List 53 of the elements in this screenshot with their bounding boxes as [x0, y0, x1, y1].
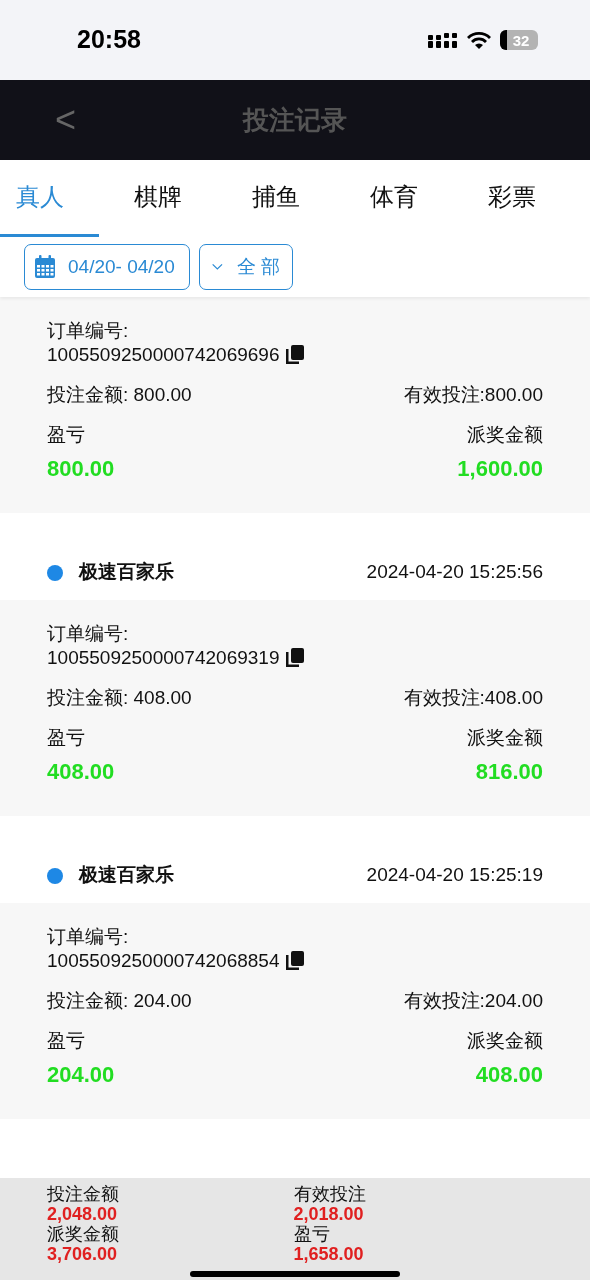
- summary-label: 投注金额: [47, 1184, 119, 1204]
- order-number: 1005509250000742068854: [47, 949, 280, 973]
- profit-value: 408.00: [47, 758, 115, 786]
- payout-label: 派奖金额: [467, 423, 543, 447]
- order-number: 1005509250000742069696: [47, 343, 280, 367]
- payout-label: 派奖金额: [467, 1029, 543, 1053]
- summary-value: 2,048.00: [47, 1204, 118, 1224]
- profit-label: 盈亏: [47, 423, 85, 447]
- profit-value: 800.00: [47, 455, 115, 483]
- summary-value: 3,706.00: [47, 1244, 118, 1264]
- summary-label: 派奖金额: [47, 1224, 119, 1244]
- summary-value: 2,018.00: [293, 1204, 364, 1224]
- bet-amount: 投注金额: 800.00: [47, 383, 192, 407]
- valid-bet: 有效投注:204.00: [403, 989, 543, 1013]
- type-dropdown[interactable]: 全 部: [199, 244, 293, 290]
- summary-label: 盈亏: [293, 1224, 330, 1244]
- category-tab[interactable]: 真人: [0, 160, 99, 237]
- game-name: 极速百家乐: [79, 560, 174, 585]
- category-tab[interactable]: 彩票: [453, 160, 571, 237]
- bet-time: 2024-04-20 15:25:19: [366, 863, 543, 888]
- payout-label: 派奖金额: [467, 726, 543, 750]
- copy-icon[interactable]: [285, 344, 306, 366]
- category-tab[interactable]: 棋牌: [99, 160, 217, 237]
- payout-value: 408.00: [475, 1061, 543, 1089]
- profit-label: 盈亏: [47, 1029, 85, 1053]
- valid-bet: 有效投注:800.00: [403, 383, 543, 407]
- order-label: 订单编号:: [47, 319, 130, 343]
- wifi-icon: [466, 31, 492, 49]
- order-label: 订单编号:: [47, 622, 130, 646]
- payout-value: 816.00: [475, 758, 543, 786]
- page-title: 投注记录: [243, 103, 347, 137]
- order-number: 1005509250000742069319: [47, 646, 280, 670]
- bet-amount: 投注金额: 204.00: [47, 989, 192, 1013]
- date-range-button[interactable]: 04/20- 04/20: [24, 244, 190, 290]
- summary-value: 1,658.00: [293, 1244, 364, 1264]
- profit-value: 204.00: [47, 1061, 115, 1089]
- profit-label: 盈亏: [47, 726, 85, 750]
- payout-value: 1,600.00: [457, 455, 543, 483]
- bet-time: 2024-04-20 15:25:56: [366, 560, 543, 585]
- calendar-icon: [34, 255, 56, 279]
- chevron-down-icon: [212, 262, 223, 272]
- battery-indicator: 32: [500, 30, 538, 50]
- order-label: 订单编号:: [47, 925, 130, 949]
- status-time: 20:58: [77, 24, 141, 56]
- copy-icon[interactable]: [285, 950, 306, 972]
- bet-amount: 投注金额: 408.00: [47, 686, 192, 710]
- valid-bet: 有效投注:408.00: [403, 686, 543, 710]
- copy-icon[interactable]: [285, 647, 306, 669]
- summary-label: 有效投注: [293, 1184, 366, 1204]
- signal-icon: [428, 31, 458, 49]
- game-name: 极速百家乐: [79, 863, 174, 888]
- category-tab[interactable]: 捕鱼: [217, 160, 335, 237]
- category-tab[interactable]: 体育: [335, 160, 453, 237]
